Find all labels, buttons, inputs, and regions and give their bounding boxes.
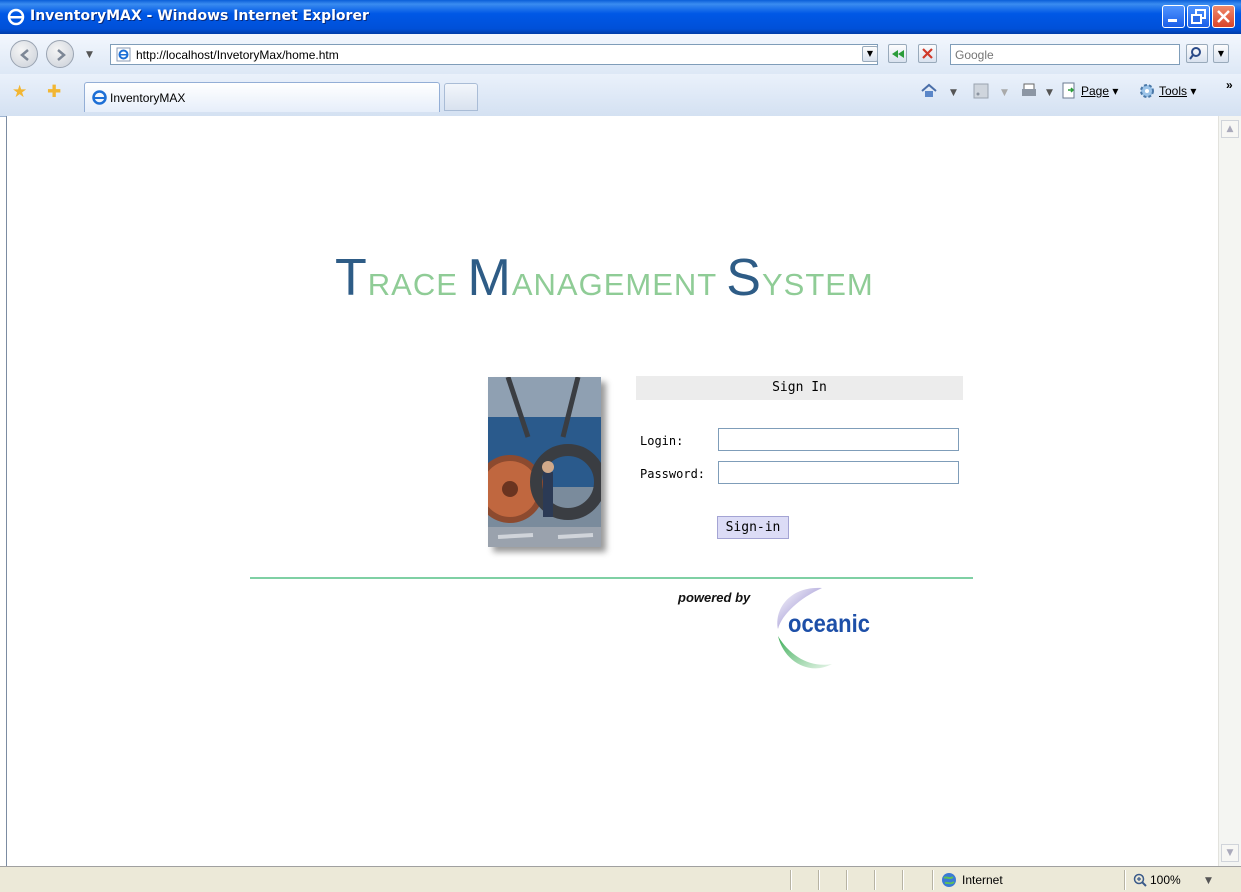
page-title: TRACE MANAGEMENT SYSTEM (335, 249, 874, 307)
oceanic-logo-text: oceanic (788, 610, 870, 638)
security-zone: Internet (962, 873, 1003, 887)
more-commands-button[interactable]: » (1226, 78, 1233, 92)
print-icon[interactable] (1020, 82, 1038, 100)
search-icon (1189, 47, 1201, 60)
powered-by-text: powered by (678, 590, 751, 605)
print-dropdown-icon[interactable]: ▼ (1046, 88, 1053, 98)
search-input[interactable] (955, 46, 1165, 63)
address-toolbar: ▼ http://localhost/InvetoryMax/home.htm … (0, 34, 1241, 75)
ie-icon (92, 90, 107, 105)
feeds-icon[interactable] (972, 82, 990, 100)
close-icon (1217, 10, 1230, 23)
vertical-scrollbar[interactable]: ▲ ▼ (1218, 116, 1241, 866)
stop-icon (922, 48, 933, 59)
page-menu[interactable]: Page ▾ (1081, 84, 1118, 98)
forward-button[interactable] (46, 40, 74, 68)
back-button[interactable] (10, 40, 38, 68)
window-title: InventoryMAX - Windows Internet Explorer (30, 8, 369, 24)
tab-label: InventoryMAX (110, 91, 186, 105)
status-divider (874, 870, 876, 890)
tools-menu[interactable]: Tools ▾ (1159, 84, 1196, 98)
status-divider (818, 870, 820, 890)
status-divider (932, 870, 934, 890)
url-text: http://localhost/InvetoryMax/home.htm (136, 48, 339, 62)
page-icon (1062, 82, 1075, 99)
login-label: Login: (640, 434, 684, 448)
divider-line (250, 577, 973, 579)
refresh-icon (892, 50, 904, 58)
forward-icon (57, 49, 66, 61)
add-favorites-icon[interactable]: ✚ (47, 82, 61, 102)
oceanic-logo: oceanic (770, 584, 870, 676)
globe-icon (942, 873, 956, 887)
minimize-button[interactable] (1162, 5, 1185, 28)
restore-icon (1191, 9, 1206, 24)
tab-toolbar: ★ ✚ InventoryMAX ▼ ▼ ▼ Page ▾ Tools ▾ » (0, 74, 1241, 117)
password-label: Password: (640, 467, 706, 481)
status-divider (846, 870, 848, 890)
feeds-dropdown-icon[interactable]: ▼ (1001, 88, 1008, 98)
search-button[interactable] (1186, 44, 1208, 63)
restore-button[interactable] (1187, 5, 1210, 28)
address-bar[interactable]: http://localhost/InvetoryMax/home.htm (110, 44, 878, 65)
status-divider (902, 870, 904, 890)
home-icon[interactable] (920, 82, 938, 100)
ie-page-icon (116, 47, 131, 62)
login-field[interactable] (718, 428, 959, 451)
refresh-button[interactable] (888, 44, 907, 63)
home-dropdown-icon[interactable]: ▼ (950, 88, 957, 98)
stop-button[interactable] (918, 44, 937, 63)
close-button[interactable] (1212, 5, 1235, 28)
ie-icon (7, 8, 25, 26)
zoom-level[interactable]: 100% (1150, 873, 1181, 887)
status-bar: Internet 100% ▼ (0, 866, 1241, 892)
new-tab-button[interactable] (444, 83, 478, 111)
password-field[interactable] (718, 461, 959, 484)
search-box[interactable] (950, 44, 1180, 65)
status-divider (790, 870, 792, 890)
scroll-up-button[interactable]: ▲ (1221, 120, 1239, 138)
status-divider (1124, 870, 1126, 890)
address-dropdown-button[interactable]: ▼ (862, 46, 878, 62)
page-content (6, 116, 1219, 866)
tools-gear-icon (1140, 84, 1154, 98)
minimize-icon (1168, 19, 1177, 22)
cable-reel-photo (488, 377, 601, 547)
back-icon (20, 49, 29, 61)
zoom-icon (1133, 873, 1147, 887)
favorites-star-icon[interactable]: ★ (12, 82, 27, 102)
tab-inventorymax[interactable]: InventoryMAX (84, 82, 440, 112)
signin-button[interactable]: Sign-in (717, 516, 789, 539)
signin-heading: Sign In (636, 376, 963, 400)
history-dropdown-icon[interactable]: ▼ (86, 50, 93, 60)
scroll-down-button[interactable]: ▼ (1221, 844, 1239, 862)
title-bar: InventoryMAX - Windows Internet Explorer (0, 0, 1241, 34)
search-options-button[interactable]: ▼ (1213, 44, 1229, 63)
zoom-dropdown-icon[interactable]: ▼ (1205, 876, 1212, 886)
